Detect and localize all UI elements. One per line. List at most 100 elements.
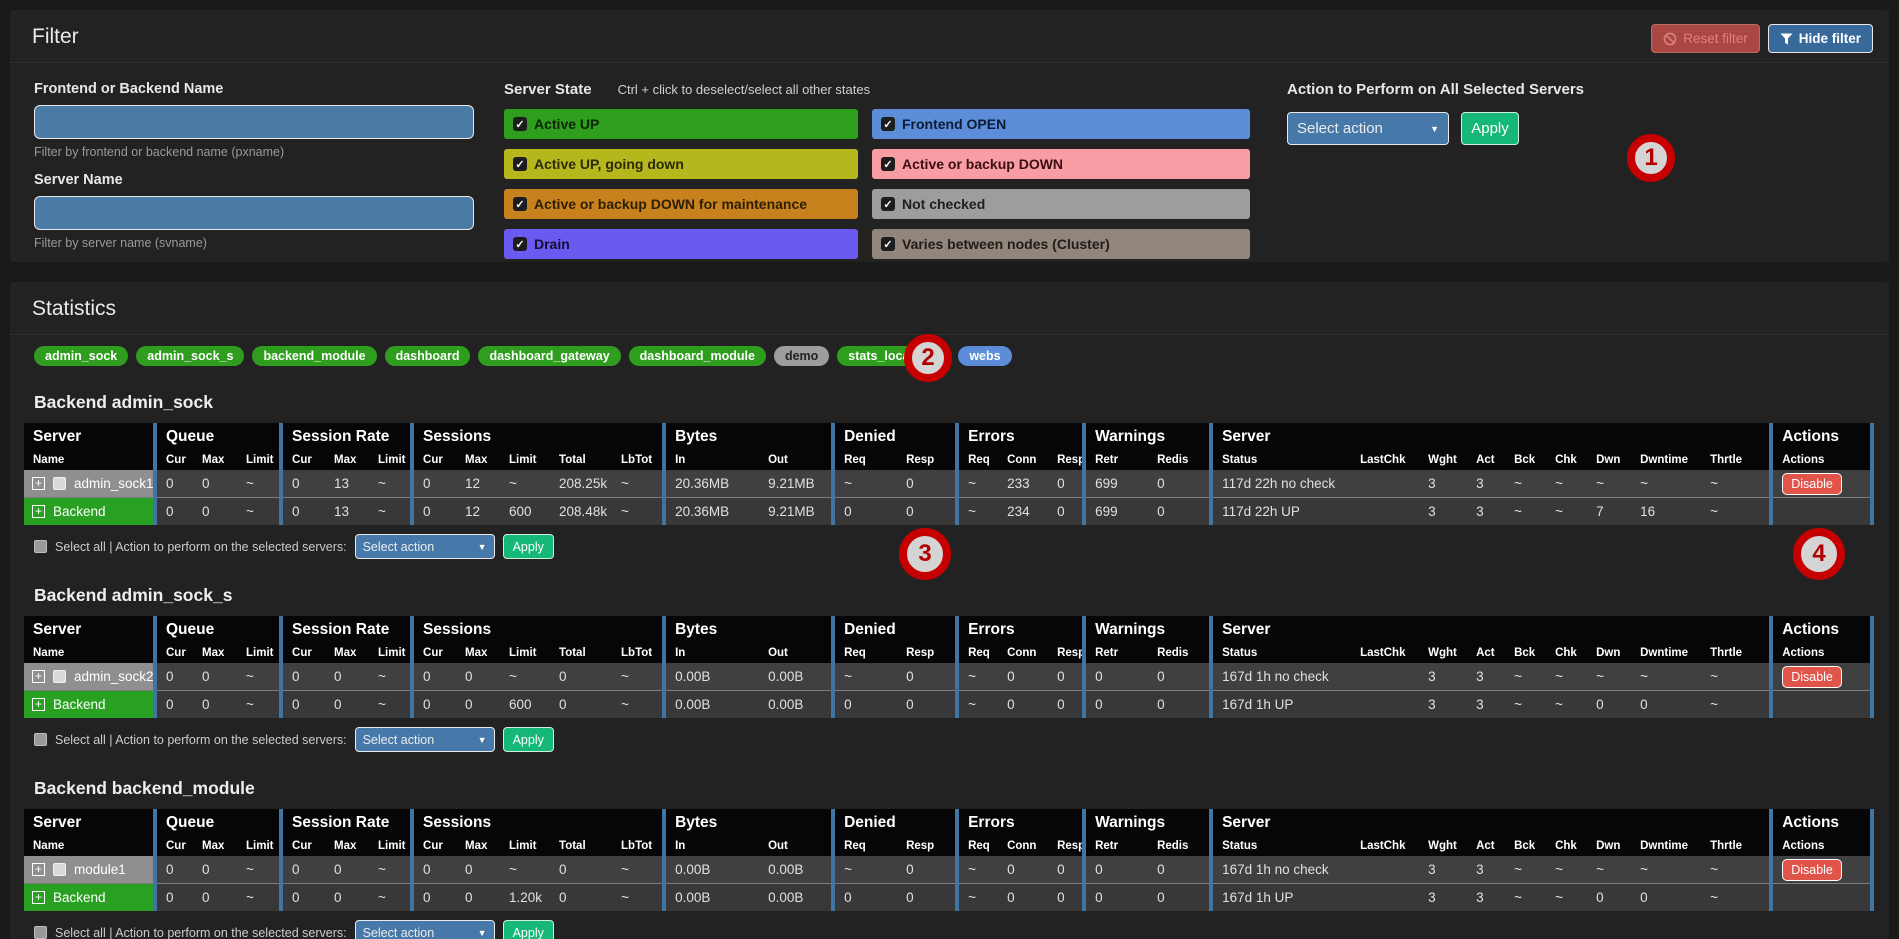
select-all-checkbox[interactable] [34, 540, 47, 553]
column-header: Chk [1546, 836, 1587, 856]
stat-cell: ~ [612, 884, 664, 912]
server-name: Backend [53, 890, 106, 905]
column-header: Dwntime [1631, 643, 1701, 663]
stat-cell: 0 [1631, 884, 1701, 912]
backend-badge[interactable]: dashboard_gateway [478, 346, 620, 366]
server-state-toggle-0[interactable]: ✓Active UP [504, 109, 858, 139]
column-group-header: Session Rate [281, 809, 412, 836]
svname-input[interactable] [34, 196, 474, 230]
pxname-input[interactable] [34, 105, 474, 139]
column-header: LbTot [612, 836, 664, 856]
column-header: Retr [1084, 450, 1148, 470]
bulk-apply-button[interactable]: Apply [1461, 112, 1519, 145]
column-group-header: Server [1211, 616, 1771, 643]
apply-button[interactable]: Apply [503, 920, 554, 939]
backend-badge[interactable]: webs [958, 346, 1011, 366]
expand-icon[interactable] [32, 863, 45, 876]
expand-icon[interactable] [32, 505, 45, 518]
name-cell: Backend [24, 884, 155, 912]
stat-cell: 0.00B [759, 691, 833, 719]
row-checkbox[interactable] [53, 670, 66, 683]
hide-filter-button[interactable]: Hide filter [1768, 24, 1873, 53]
disable-button[interactable]: Disable [1782, 859, 1842, 881]
state-label: Active or backup DOWN [902, 156, 1063, 172]
bulk-action-select[interactable]: Select action ▼ [1287, 112, 1449, 145]
row-checkbox[interactable] [53, 477, 66, 490]
bulk-action-label: Action to Perform on All Selected Server… [1287, 81, 1584, 98]
row-action-select[interactable]: Select action ▼ [355, 727, 495, 752]
column-header: Out [759, 643, 833, 663]
stat-cell: ~ [957, 884, 998, 912]
expand-icon[interactable] [32, 698, 45, 711]
row-action-select[interactable]: Select action ▼ [355, 920, 495, 939]
backend-badge[interactable]: demo [774, 346, 829, 366]
disable-button[interactable]: Disable [1782, 666, 1842, 688]
stats-table: ServerQueueSession RateSessionsBytesDeni… [24, 809, 1874, 911]
disable-button[interactable]: Disable [1782, 473, 1842, 495]
server-state-toggle-3[interactable]: ✓Active or backup DOWN [872, 149, 1250, 179]
column-header: Actions [1771, 643, 1872, 663]
stat-cell: 0 [456, 663, 500, 691]
stat-cell: 3 [1467, 498, 1505, 526]
column-header: Conn [998, 450, 1048, 470]
expand-icon[interactable] [32, 670, 45, 683]
server-state-toggle-7[interactable]: ✓Varies between nodes (Cluster) [872, 229, 1250, 259]
column-header: Out [759, 450, 833, 470]
stat-cell: 0 [325, 691, 369, 719]
backend-badge[interactable]: dashboard [385, 346, 471, 366]
actions-cell [1771, 884, 1872, 912]
checkbox-checked-icon: ✓ [881, 117, 895, 131]
stat-cell: 0 [1084, 663, 1148, 691]
stat-cell: 0 [1587, 691, 1631, 719]
row-action-select[interactable]: Select action ▼ [355, 534, 495, 559]
name-cell: admin_sock1 [24, 470, 155, 498]
stat-cell [1351, 884, 1419, 912]
statistics-title: Statistics [32, 297, 1867, 321]
backend-badge[interactable]: backend_module [252, 346, 376, 366]
state-label: Active UP, going down [534, 156, 684, 172]
column-group-header: Server [1211, 423, 1771, 450]
backend-badge[interactable]: admin_sock [34, 346, 128, 366]
stat-cell: 3 [1419, 470, 1467, 498]
backend-badge[interactable]: admin_sock_s [136, 346, 244, 366]
select-all-checkbox[interactable] [34, 926, 47, 939]
column-header: Bck [1505, 450, 1546, 470]
apply-button[interactable]: Apply [503, 534, 554, 559]
column-group-header: Errors [957, 809, 1084, 836]
stat-cell: 208.48k [550, 498, 612, 526]
filter-panel: Filter Reset filter Hide filter [10, 10, 1889, 262]
server-state-toggle-2[interactable]: ✓Active UP, going down [504, 149, 858, 179]
expand-icon[interactable] [32, 477, 45, 490]
server-state-toggle-1[interactable]: ✓Frontend OPEN [872, 109, 1250, 139]
stat-cell: 16 [1631, 498, 1701, 526]
column-group-header: Queue [155, 616, 281, 643]
stat-cell: 0 [412, 498, 456, 526]
stat-cell: 0 [1587, 884, 1631, 912]
apply-button[interactable]: Apply [503, 727, 554, 752]
column-header: Redis [1148, 643, 1211, 663]
server-state-toggle-6[interactable]: ✓Drain [504, 229, 858, 259]
expand-icon[interactable] [32, 891, 45, 904]
stat-cell: ~ [369, 663, 412, 691]
stat-cell: ~ [1701, 498, 1771, 526]
haproxy-stats-page: Filter Reset filter Hide filter [0, 0, 1899, 939]
column-header: Limit [369, 836, 412, 856]
reset-filter-button[interactable]: Reset filter [1651, 24, 1760, 53]
stat-cell: ~ [1701, 691, 1771, 719]
column-group-header: Actions [1771, 423, 1872, 450]
stat-cell: ~ [237, 691, 281, 719]
stat-cell: 117d 22h no check [1211, 470, 1351, 498]
stat-cell: 0 [155, 691, 193, 719]
stat-cell: 0 [412, 663, 456, 691]
column-header: Limit [369, 450, 412, 470]
name-cell: Backend [24, 498, 155, 526]
server-state-toggle-4[interactable]: ✓Active or backup DOWN for maintenance [504, 189, 858, 219]
filter-funnel-icon [1780, 33, 1793, 45]
row-checkbox[interactable] [53, 863, 66, 876]
column-header: Conn [998, 836, 1048, 856]
select-all-checkbox[interactable] [34, 733, 47, 746]
backend-badge[interactable]: dashboard_module [629, 346, 766, 366]
server-state-toggle-5[interactable]: ✓Not checked [872, 189, 1250, 219]
stat-cell: 3 [1467, 663, 1505, 691]
stat-cell: 699 [1084, 498, 1148, 526]
